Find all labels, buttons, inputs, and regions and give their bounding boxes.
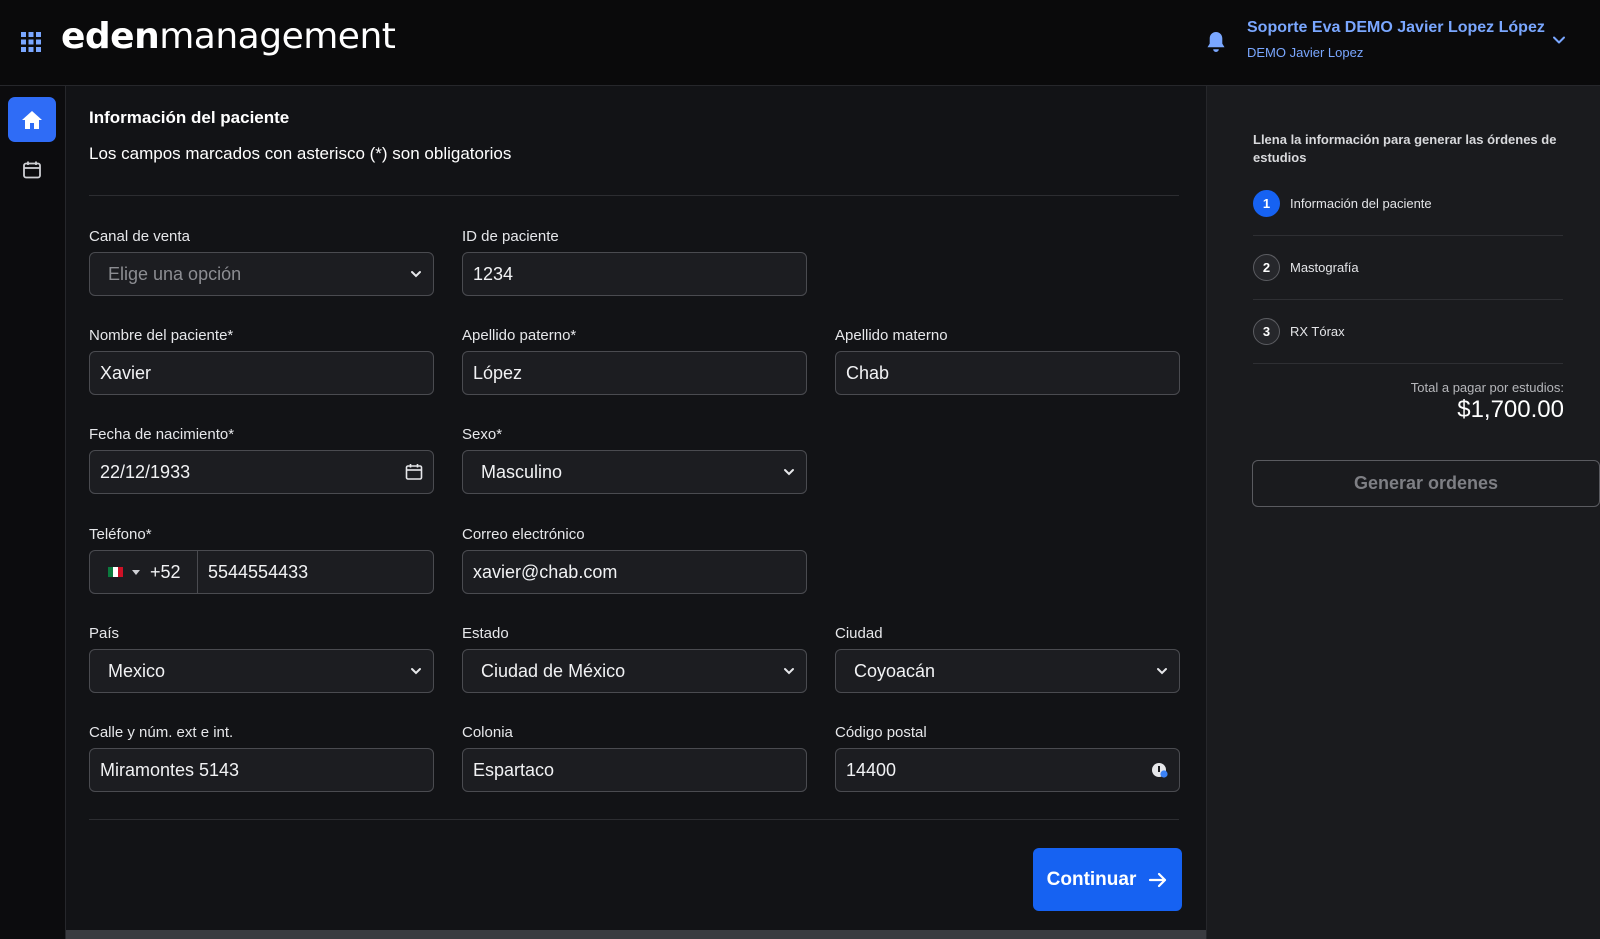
estado-label: Estado [462, 625, 509, 642]
mexico-flag-icon [108, 567, 123, 577]
step-label: Información del paciente [1290, 196, 1432, 211]
step-label: Mastografía [1290, 260, 1359, 275]
calle-input[interactable]: Miramontes 5143 [89, 748, 434, 792]
chevron-down-icon [411, 668, 421, 675]
apellido-paterno-input[interactable]: López [462, 351, 807, 395]
nav-home-button[interactable] [8, 97, 56, 142]
divider [89, 819, 1179, 820]
pais-value: Mexico [108, 660, 166, 681]
step-item-rx-torax[interactable]: 3 RX Tórax [1253, 300, 1563, 364]
canal-placeholder: Elige una opción [108, 263, 242, 284]
calendar-icon [23, 161, 41, 178]
section-title: Información del paciente [89, 108, 290, 127]
fecha-value: 22/12/1933 [100, 461, 191, 482]
nombre-input[interactable]: Xavier [89, 351, 434, 395]
order-summary-panel: Llena la información para generar las ór… [1206, 86, 1600, 939]
chevron-down-icon [784, 668, 794, 675]
info-icon[interactable] [1151, 761, 1169, 779]
apellido-materno-value: Chab [846, 362, 890, 383]
fecha-label: Fecha de nacimiento* [89, 426, 235, 443]
user-account: DEMO Javier Lopez [1247, 45, 1364, 60]
id-paciente-label: ID de paciente [462, 228, 559, 245]
logo-bold-text: eden [61, 16, 160, 57]
estado-select[interactable]: Ciudad de México [462, 649, 807, 693]
country-code-select[interactable]: +52 [89, 550, 197, 594]
nav-calendar-button[interactable] [8, 147, 56, 192]
sexo-select[interactable]: Masculino [462, 450, 807, 494]
nombre-label: Nombre del paciente* [89, 327, 234, 344]
colonia-value: Espartaco [473, 759, 555, 780]
required-fields-note: Los campos marcados con asterisco (*) so… [89, 144, 512, 163]
calle-value: Miramontes 5143 [100, 759, 240, 780]
horizontal-scrollbar[interactable] [66, 930, 1206, 939]
fecha-input[interactable]: 22/12/1933 [89, 450, 434, 494]
correo-value: xavier@chab.com [473, 561, 618, 582]
nombre-value: Xavier [100, 362, 152, 383]
top-bar: edenmanagement Soporte Eva DEMO Javier L… [0, 0, 1600, 86]
nav-rail [0, 86, 66, 939]
step-item-mastografia[interactable]: 2 Mastografía [1253, 236, 1563, 300]
telefono-label: Teléfono* [89, 526, 152, 543]
total-label: Total a pagar por estudios: [1410, 380, 1564, 395]
sexo-label: Sexo* [462, 426, 503, 443]
colonia-label: Colonia [462, 724, 513, 741]
canal-label: Canal de venta [89, 228, 190, 245]
cp-value: 14400 [846, 759, 897, 780]
chevron-down-icon [1157, 668, 1167, 675]
divider [89, 195, 1179, 196]
cp-input[interactable]: 14400 [835, 748, 1180, 792]
generate-orders-label: Generar ordenes [1353, 473, 1499, 493]
ciudad-label: Ciudad [835, 625, 883, 642]
caret-down-icon [132, 569, 140, 575]
summary-intro: Llena la información para generar las ór… [1253, 132, 1557, 165]
id-paciente-value: 1234 [473, 263, 514, 284]
ciudad-select[interactable]: Coyoacán [835, 649, 1180, 693]
sexo-value: Masculino [481, 461, 563, 482]
step-number: 2 [1253, 254, 1280, 281]
apps-grid-icon[interactable] [20, 31, 42, 53]
step-number: 3 [1253, 318, 1280, 345]
arrow-right-icon [1149, 872, 1167, 887]
cp-label: Código postal [835, 724, 927, 741]
generate-orders-button[interactable]: Generar ordenes [1252, 460, 1600, 507]
apellido-materno-input[interactable]: Chab [835, 351, 1180, 395]
patient-form: Información del paciente Los campos marc… [66, 86, 1206, 931]
colonia-input[interactable]: Espartaco [462, 748, 807, 792]
app-logo[interactable]: edenmanagement [61, 16, 396, 57]
user-name: Soporte Eva DEMO Javier Lopez López [1247, 19, 1545, 36]
pais-select[interactable]: Mexico [89, 649, 434, 693]
telefono-input[interactable]: 5544554433 [197, 550, 434, 594]
total-value: $1,700.00 [1457, 396, 1564, 423]
step-item-paciente[interactable]: 1 Información del paciente [1253, 172, 1563, 236]
country-code: +52 [150, 561, 181, 582]
correo-label: Correo electrónico [462, 526, 585, 543]
telefono-field: +52 5544554433 [89, 550, 434, 594]
correo-input[interactable]: xavier@chab.com [462, 550, 807, 594]
chevron-down-icon [784, 469, 794, 476]
calendar-icon[interactable] [405, 463, 423, 481]
chevron-down-icon [411, 271, 421, 278]
canal-select[interactable]: Elige una opción [89, 252, 434, 296]
apellido-paterno-value: López [473, 362, 523, 383]
step-number: 1 [1253, 190, 1280, 217]
continue-label: Continuar [1046, 868, 1137, 890]
chevron-down-icon[interactable] [1551, 32, 1567, 48]
home-icon [22, 110, 42, 129]
user-menu[interactable]: Soporte Eva DEMO Javier Lopez López DEMO… [1247, 19, 1545, 60]
telefono-value: 5544554433 [208, 561, 309, 582]
bell-icon[interactable] [1205, 30, 1227, 54]
calle-label: Calle y núm. ext e int. [89, 724, 234, 741]
ciudad-value: Coyoacán [854, 660, 936, 681]
step-label: RX Tórax [1290, 324, 1345, 339]
id-paciente-input[interactable]: 1234 [462, 252, 807, 296]
apellido-materno-label: Apellido materno [835, 327, 948, 344]
pais-label: País [89, 625, 120, 642]
continue-button[interactable]: Continuar [1033, 848, 1182, 911]
logo-light-text: management [159, 16, 396, 57]
apellido-paterno-label: Apellido paterno* [462, 327, 577, 344]
estado-value: Ciudad de México [481, 660, 626, 681]
